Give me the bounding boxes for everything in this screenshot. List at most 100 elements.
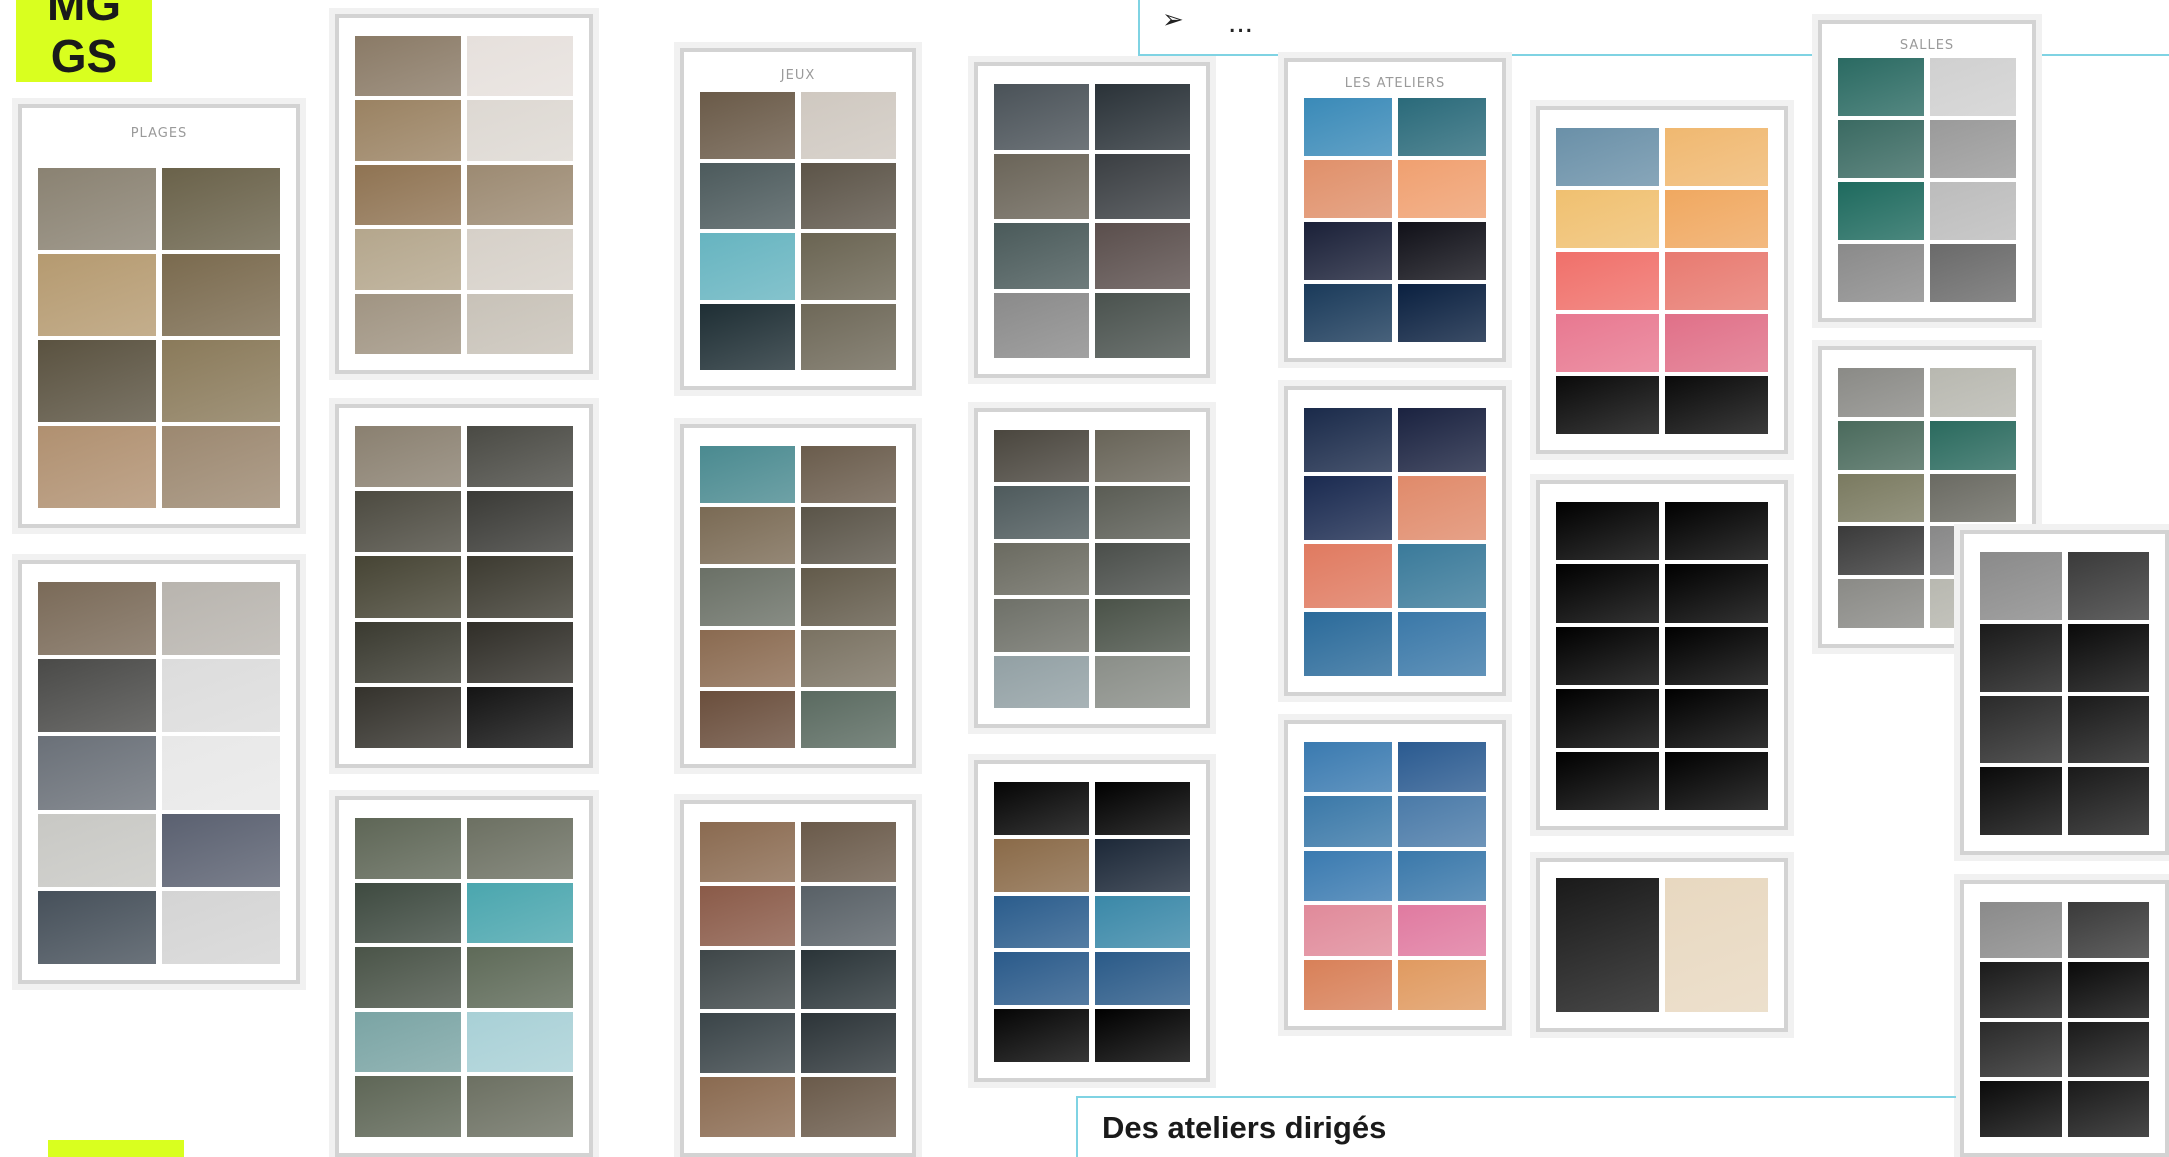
storyboard-frame bbox=[1095, 430, 1190, 483]
frame-grid bbox=[1304, 742, 1486, 1010]
storyboard-frame bbox=[1304, 98, 1392, 156]
storyboard-frame bbox=[1930, 120, 2016, 178]
storyboard-frame bbox=[467, 1076, 573, 1137]
storyboard-frame bbox=[1665, 376, 1768, 434]
storyboard-frame bbox=[1665, 502, 1768, 561]
storyboard-frame bbox=[801, 629, 896, 687]
storyboard-frame bbox=[1838, 244, 1924, 302]
storyboard-frame bbox=[1095, 952, 1190, 1006]
storyboard-frame bbox=[355, 164, 461, 226]
storyboard-frame bbox=[994, 542, 1089, 596]
storyboard-frame bbox=[467, 621, 573, 683]
storyboard-frame bbox=[162, 168, 280, 250]
storyboard-frame bbox=[700, 949, 795, 1010]
storyboard-frame bbox=[994, 952, 1089, 1006]
storyboard-frame bbox=[1930, 244, 2016, 302]
storyboard-frame bbox=[994, 486, 1089, 539]
storyboard-frame bbox=[1980, 552, 2062, 620]
bullet-item: ... bbox=[1228, 6, 1254, 39]
storyboard-frame bbox=[700, 568, 795, 626]
storyboard-frame bbox=[1304, 612, 1392, 676]
storyboard-frame bbox=[2067, 552, 2149, 620]
storyboard-frame bbox=[700, 822, 795, 882]
storyboard-frame bbox=[1304, 905, 1392, 956]
storyboard-frame bbox=[801, 233, 896, 300]
storyboard-frame bbox=[1665, 878, 1768, 1012]
storyboard-frame bbox=[994, 838, 1089, 892]
storyboard-frame bbox=[801, 885, 896, 946]
storyboard-frame bbox=[1556, 751, 1659, 810]
storyboard-frame bbox=[801, 507, 896, 565]
storyboard-frame bbox=[1838, 368, 1924, 417]
storyboard-frame bbox=[801, 303, 896, 370]
storyboard-frame bbox=[994, 223, 1089, 289]
storyboard-frame bbox=[355, 1076, 461, 1137]
storyboard-frame bbox=[1930, 182, 2016, 240]
storyboard-frame bbox=[1838, 526, 1924, 576]
storyboard-sheet bbox=[1960, 880, 2169, 1157]
storyboard-frame bbox=[38, 254, 156, 336]
storyboard-sheet bbox=[974, 760, 1210, 1082]
storyboard-frame bbox=[1980, 767, 2062, 835]
storyboard-frame bbox=[355, 882, 461, 944]
storyboard-frame bbox=[467, 556, 573, 618]
storyboard-frame bbox=[1556, 502, 1659, 561]
storyboard-frame bbox=[38, 813, 156, 887]
storyboard-frame bbox=[1665, 190, 1768, 248]
storyboard-sheet bbox=[18, 560, 300, 984]
frame-grid bbox=[1556, 878, 1768, 1012]
storyboard-frame bbox=[1556, 689, 1659, 748]
storyboard-frame bbox=[355, 293, 461, 354]
storyboard-frame bbox=[1838, 473, 1924, 523]
storyboard-frame bbox=[700, 92, 795, 159]
storyboard-frame bbox=[1304, 160, 1392, 218]
storyboard-frame bbox=[467, 1011, 573, 1073]
sheet-title: JEUX bbox=[780, 68, 816, 83]
storyboard-sheet bbox=[335, 14, 593, 374]
storyboard-sheet bbox=[974, 62, 1210, 378]
storyboard-frame bbox=[994, 430, 1089, 483]
frame-grid bbox=[1304, 408, 1486, 676]
storyboard-frame bbox=[1398, 850, 1486, 902]
storyboard-frame bbox=[994, 1009, 1089, 1062]
storyboard-frame bbox=[1838, 58, 1924, 116]
storyboard-frame bbox=[1556, 252, 1659, 310]
frame-grid bbox=[355, 818, 573, 1137]
storyboard-frame bbox=[2067, 767, 2149, 835]
storyboard-frame bbox=[1838, 182, 1924, 240]
storyboard-frame bbox=[467, 818, 573, 879]
frame-grid bbox=[1980, 552, 2149, 835]
storyboard-frame bbox=[1930, 420, 2016, 470]
storyboard-frame bbox=[1304, 796, 1392, 847]
storyboard-frame bbox=[1398, 959, 1486, 1010]
frame-grid bbox=[700, 92, 896, 370]
storyboard-frame bbox=[1980, 902, 2062, 958]
storyboard-frame bbox=[467, 164, 573, 226]
storyboard-frame bbox=[1304, 742, 1392, 793]
storyboard-frame bbox=[994, 292, 1089, 358]
callout-top-line bbox=[2060, 54, 2169, 56]
storyboard-frame bbox=[1095, 1009, 1190, 1062]
storyboard-frame bbox=[2067, 695, 2149, 764]
storyboard-frame bbox=[801, 162, 896, 229]
storyboard-frame bbox=[355, 621, 461, 683]
storyboard-frame bbox=[162, 659, 280, 733]
frame-grid bbox=[38, 582, 280, 964]
storyboard-frame bbox=[1398, 160, 1486, 218]
storyboard-frame bbox=[355, 556, 461, 618]
storyboard-frame bbox=[467, 686, 573, 748]
storyboard-frame bbox=[2067, 623, 2149, 692]
storyboard-frame bbox=[1556, 190, 1659, 248]
storyboard-frame bbox=[355, 426, 461, 488]
storyboard-frame bbox=[2067, 1021, 2149, 1078]
storyboard-frame bbox=[467, 882, 573, 944]
badge-bottom-marker bbox=[48, 1140, 184, 1157]
badge-line1: MG bbox=[46, 0, 122, 30]
storyboard-frame bbox=[801, 690, 896, 748]
storyboard-frame bbox=[162, 426, 280, 508]
storyboard-frame bbox=[1398, 742, 1486, 793]
storyboard-sheet-ateliers: LES ATELIERS bbox=[1284, 58, 1506, 362]
storyboard-frame bbox=[1665, 626, 1768, 686]
storyboard-frame bbox=[38, 426, 156, 508]
storyboard-frame bbox=[1095, 542, 1190, 596]
